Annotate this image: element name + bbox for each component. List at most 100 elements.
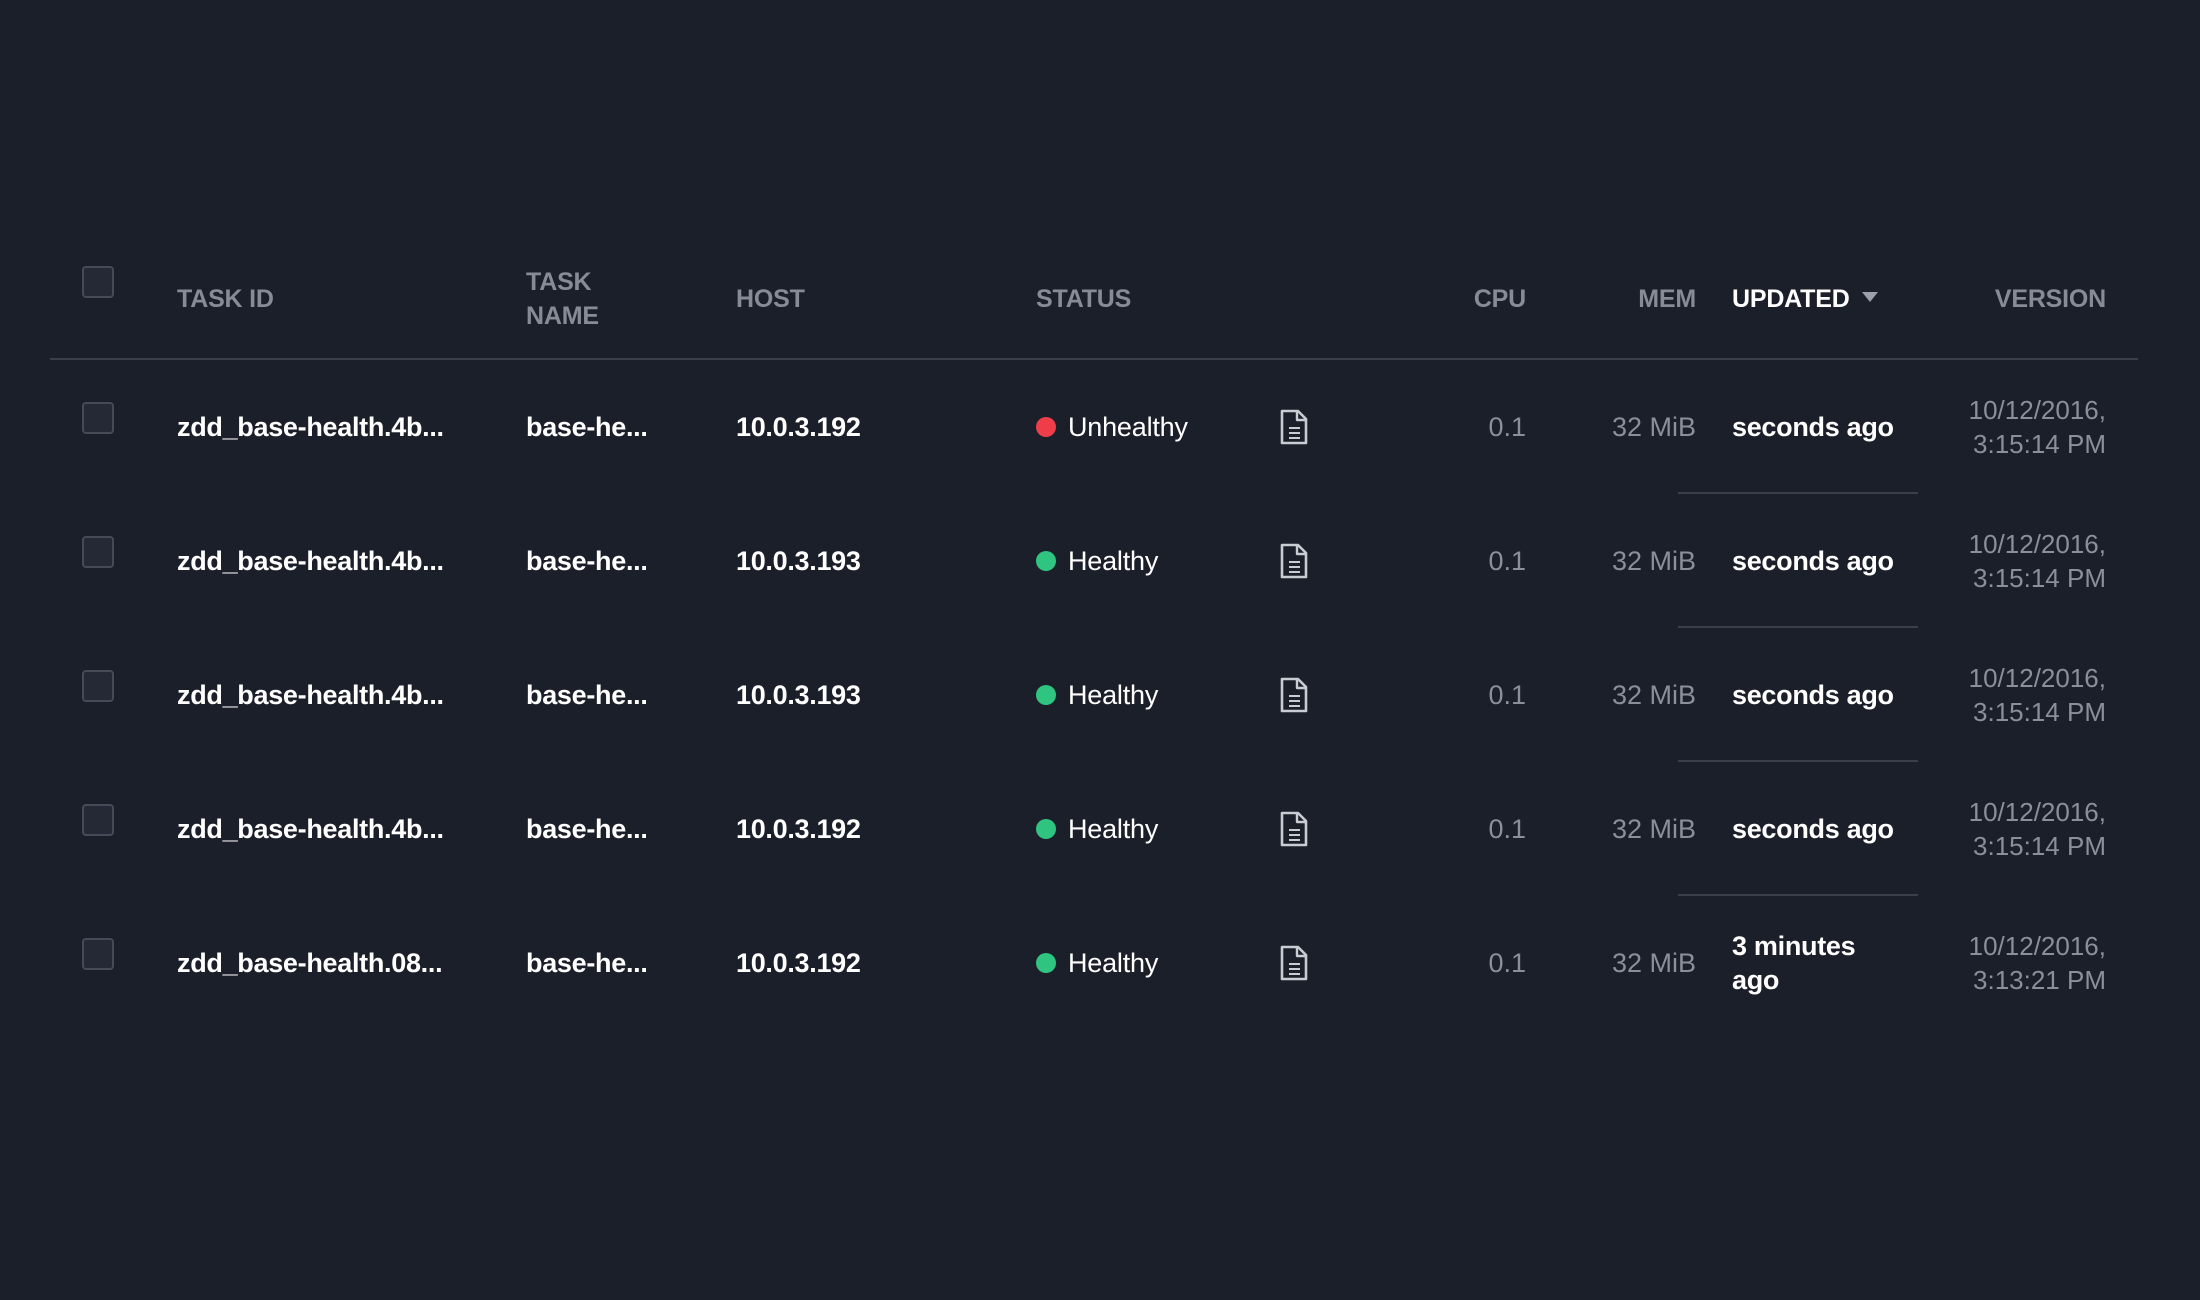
task-name[interactable]: base-he... <box>526 412 648 443</box>
table-row[interactable]: zdd_base-health.4b... base-he... 10.0.3.… <box>50 762 2138 896</box>
task-id[interactable]: zdd_base-health.4b... <box>177 680 444 711</box>
task-name[interactable]: base-he... <box>526 680 648 711</box>
host-cell: 10.0.3.193 <box>736 494 996 628</box>
version-cell: 10/12/2016, 3:15:14 PM <box>1956 628 2106 762</box>
task-id[interactable]: zdd_base-health.08... <box>177 948 443 979</box>
task-name-cell: base-he... <box>526 762 726 896</box>
status-dot-icon <box>1036 819 1056 839</box>
version-cell: 10/12/2016, 3:15:14 PM <box>1956 360 2106 494</box>
column-header-task-name[interactable]: TASK NAME <box>526 240 726 358</box>
select-all-checkbox[interactable] <box>82 266 114 298</box>
column-header-version[interactable]: VERSION <box>1956 240 2106 358</box>
table-row[interactable]: zdd_base-health.4b... base-he... 10.0.3.… <box>50 360 2138 494</box>
host[interactable]: 10.0.3.193 <box>736 680 861 711</box>
log-cell <box>1274 896 1314 1030</box>
host[interactable]: 10.0.3.192 <box>736 948 861 979</box>
status-dot-icon <box>1036 551 1056 571</box>
host[interactable]: 10.0.3.192 <box>736 814 861 845</box>
column-header-task-id[interactable]: TASK ID <box>177 240 507 358</box>
cpu-value: 0.1 <box>1488 679 1526 710</box>
cpu-cell: 0.1 <box>1380 896 1526 1030</box>
version-line2: 3:13:21 PM <box>1973 965 2106 995</box>
task-name-cell: base-he... <box>526 896 726 1030</box>
host-cell: 10.0.3.193 <box>736 628 996 762</box>
table-header: TASK ID TASK NAME HOST STATUS CPU MEM UP… <box>50 240 2138 360</box>
status-cell: Healthy <box>1036 762 1256 896</box>
status-cell: Unhealthy <box>1036 360 1256 494</box>
table-row[interactable]: zdd_base-health.4b... base-he... 10.0.3.… <box>50 628 2138 762</box>
host-cell: 10.0.3.192 <box>736 360 996 494</box>
task-name[interactable]: base-he... <box>526 948 648 979</box>
task-name-cell: base-he... <box>526 628 726 762</box>
version-line1: 10/12/2016, <box>1968 395 2106 425</box>
file-document-icon[interactable] <box>1279 677 1309 713</box>
status-label: Healthy <box>1068 545 1159 576</box>
task-id[interactable]: zdd_base-health.4b... <box>177 412 444 443</box>
column-header-cpu[interactable]: CPU <box>1380 240 1526 358</box>
status-cell: Healthy <box>1036 494 1256 628</box>
status-label: Healthy <box>1068 947 1159 978</box>
table-row[interactable]: zdd_base-health.4b... base-he... 10.0.3.… <box>50 494 2138 628</box>
task-name[interactable]: base-he... <box>526 814 648 845</box>
version-line2: 3:15:14 PM <box>1973 429 2106 459</box>
status-label: Unhealthy <box>1068 411 1188 442</box>
updated-cell: seconds ago <box>1710 762 1950 896</box>
mem-cell: 32 MiB <box>1550 762 1696 896</box>
file-document-icon[interactable] <box>1279 811 1309 847</box>
version-line2: 3:15:14 PM <box>1973 831 2106 861</box>
row-checkbox[interactable] <box>82 804 114 836</box>
row-checkbox[interactable] <box>82 670 114 702</box>
version-cell: 10/12/2016, 3:15:14 PM <box>1956 762 2106 896</box>
updated-line2: ago <box>1732 965 1780 995</box>
task-id[interactable]: zdd_base-health.4b... <box>177 814 444 845</box>
updated-line1: seconds ago <box>1732 412 1894 442</box>
updated-line1: seconds ago <box>1732 680 1894 710</box>
tasks-table: TASK ID TASK NAME HOST STATUS CPU MEM UP… <box>50 240 2138 1030</box>
file-document-icon[interactable] <box>1279 945 1309 981</box>
host[interactable]: 10.0.3.193 <box>736 546 861 577</box>
task-id-cell: zdd_base-health.4b... <box>177 360 507 494</box>
host[interactable]: 10.0.3.192 <box>736 412 861 443</box>
column-header-updated[interactable]: UPDATED <box>1710 240 1950 358</box>
caret-down-icon <box>1861 292 1878 302</box>
row-select-cell <box>82 896 116 1030</box>
file-document-icon[interactable] <box>1279 543 1309 579</box>
row-checkbox[interactable] <box>82 938 114 970</box>
column-header-status[interactable]: STATUS <box>1036 240 1256 358</box>
version-line1: 10/12/2016, <box>1968 663 2106 693</box>
column-header-task-name-line1: TASK <box>526 268 592 296</box>
updated-line1: seconds ago <box>1732 546 1894 576</box>
cpu-value: 0.1 <box>1488 813 1526 844</box>
file-document-icon[interactable] <box>1279 409 1309 445</box>
version-line1: 10/12/2016, <box>1968 529 2106 559</box>
mem-cell: 32 MiB <box>1550 896 1696 1030</box>
mem-value: 32 MiB <box>1611 947 1696 978</box>
column-header-mem[interactable]: MEM <box>1550 240 1696 358</box>
table-row[interactable]: zdd_base-health.08... base-he... 10.0.3.… <box>50 896 2138 1030</box>
row-checkbox[interactable] <box>82 536 114 568</box>
version-cell: 10/12/2016, 3:13:21 PM <box>1956 896 2106 1030</box>
status-cell: Healthy <box>1036 628 1256 762</box>
status-dot-icon <box>1036 953 1056 973</box>
task-id-cell: zdd_base-health.4b... <box>177 628 507 762</box>
row-select-cell <box>82 628 116 762</box>
mem-value: 32 MiB <box>1611 679 1696 710</box>
cpu-value: 0.1 <box>1488 411 1526 442</box>
status-cell: Healthy <box>1036 896 1256 1030</box>
updated-cell: seconds ago <box>1710 628 1950 762</box>
row-checkbox[interactable] <box>82 402 114 434</box>
version-line2: 3:15:14 PM <box>1973 697 2106 727</box>
mem-value: 32 MiB <box>1611 411 1696 442</box>
task-id-cell: zdd_base-health.4b... <box>177 494 507 628</box>
mem-cell: 32 MiB <box>1550 360 1696 494</box>
task-name[interactable]: base-he... <box>526 546 648 577</box>
column-header-host[interactable]: HOST <box>736 240 996 358</box>
row-select-cell <box>82 762 116 896</box>
log-cell <box>1274 494 1314 628</box>
updated-line1: 3 minutes <box>1732 931 1856 961</box>
updated-cell: seconds ago <box>1710 360 1950 494</box>
task-id[interactable]: zdd_base-health.4b... <box>177 546 444 577</box>
version-line1: 10/12/2016, <box>1968 797 2106 827</box>
status-dot-icon <box>1036 685 1056 705</box>
task-name-cell: base-he... <box>526 494 726 628</box>
